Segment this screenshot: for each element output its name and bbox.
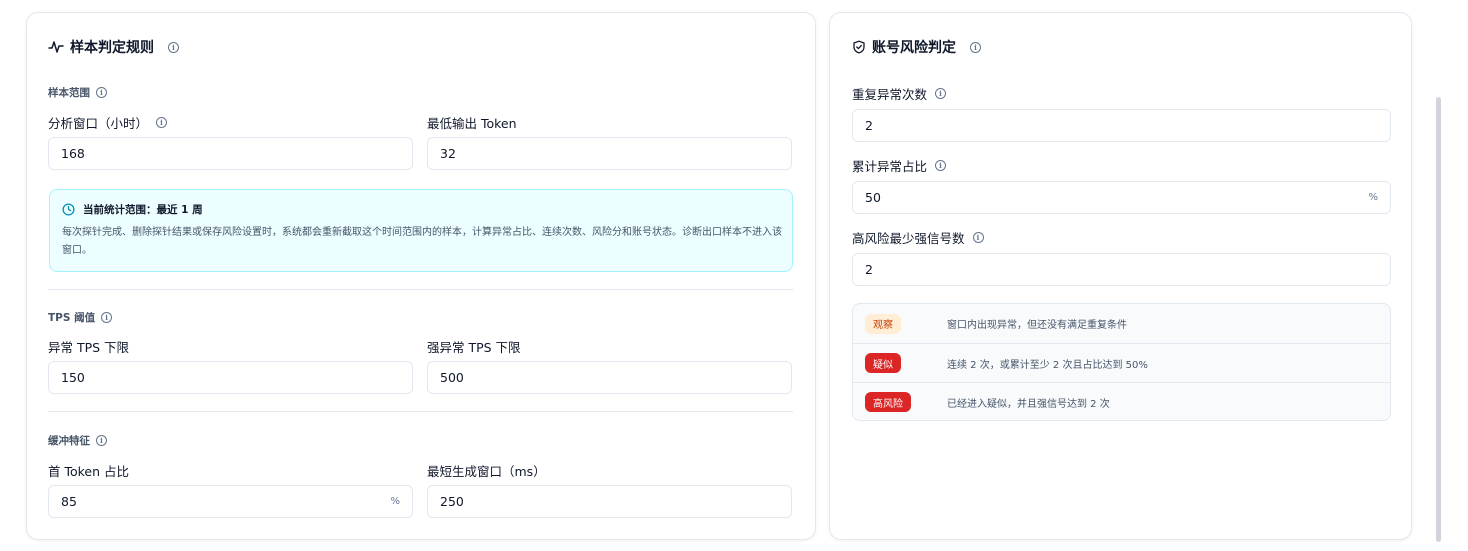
activity-pulse-icon [48,39,64,55]
repeat-count-input[interactable]: 2 [852,109,1391,142]
divider [48,411,793,412]
analysis-window-input[interactable]: 168 [48,137,413,170]
stat-range-notice: 当前统计范围：最近 1 周 每次探针完成、删除探针结果或保存风险设置时，系统都会… [49,189,793,272]
abnormal-ratio-label: 累计异常占比 i [852,156,947,175]
divider [48,289,793,290]
strong-tps-input[interactable]: 500 [427,361,792,394]
shield-check-icon [852,40,866,54]
info-icon[interactable]: i [972,232,984,243]
high-risk-badge: 高风险 [865,392,911,412]
notice-title: 当前统计范围：最近 1 周 [83,204,203,216]
sample-rules-card: 样本判定规则 i 样本范围 i 分析窗口（小时） i 168 最低输出 Toke… [26,12,816,540]
rule-row-high-risk: 高风险 已经进入疑似，并且强信号达到 2 次 [853,382,1390,420]
repeat-count-label: 重复异常次数 i [852,84,947,103]
rule-row-observe: 观察 窗口内出现异常，但还没有满足重复条件 [853,304,1390,343]
sample-scope-section-label: 样本范围 i [48,85,107,100]
min-output-token-input[interactable]: 32 [427,137,792,170]
rule-desc: 连续 2 次，或累计至少 2 次且占比达到 50% [947,359,1148,371]
account-risk-card: 账号风险判定 i 重复异常次数 i 2 累计异常占比 i 50 % 高风险最少强… [829,12,1412,540]
first-token-ratio-input[interactable]: 85 % [48,485,413,518]
rule-desc: 窗口内出现异常，但还没有满足重复条件 [947,320,1127,331]
analysis-window-label: 分析窗口（小时） i [48,113,168,132]
info-icon[interactable]: i [935,88,947,99]
abnormal-tps-label: 异常 TPS 下限 [48,340,130,355]
page-scrollbar[interactable] [1436,97,1441,542]
notice-body: 每次探针完成、删除探针结果或保存风险设置时，系统都会重新截取这个时间范围内的样本… [62,227,782,256]
percent-suffix: % [390,496,400,507]
strong-tps-label: 强异常 TPS 下限 [427,340,521,355]
info-icon[interactable]: i [935,160,947,171]
account-risk-title: 账号风险判定 i [852,37,981,57]
info-icon[interactable]: i [96,435,107,446]
rule-row-suspect: 疑似 连续 2 次，或累计至少 2 次且占比达到 50% [853,343,1390,382]
min-strong-signals-label: 高风险最少强信号数 i [852,228,984,247]
risk-level-rules: 观察 窗口内出现异常，但还没有满足重复条件 疑似 连续 2 次，或累计至少 2 … [852,303,1391,421]
info-icon[interactable]: i [156,117,168,128]
rule-desc: 已经进入疑似，并且强信号达到 2 次 [947,398,1110,410]
first-token-ratio-label: 首 Token 占比 [48,464,130,479]
observe-badge: 观察 [865,313,901,334]
sample-rules-title: 样本判定规则 i [48,37,179,57]
info-icon[interactable]: i [96,87,107,98]
info-icon[interactable]: i [970,41,981,53]
tps-section-label: TPS 阈值 i [48,310,113,325]
percent-suffix: % [1368,192,1378,203]
min-strong-signals-input[interactable]: 2 [852,253,1391,286]
info-icon[interactable]: i [168,41,179,53]
min-gen-window-label: 最短生成窗口（ms） [427,464,546,479]
suspect-badge: 疑似 [865,353,901,373]
abnormal-tps-input[interactable]: 150 [48,361,413,394]
abnormal-ratio-input[interactable]: 50 % [852,181,1391,214]
min-output-token-label: 最低输出 Token [427,116,517,131]
clock-icon [62,203,75,216]
buffer-section-label: 缓冲特征 i [48,433,107,448]
info-icon[interactable]: i [101,312,113,323]
min-gen-window-input[interactable]: 250 [427,485,792,518]
